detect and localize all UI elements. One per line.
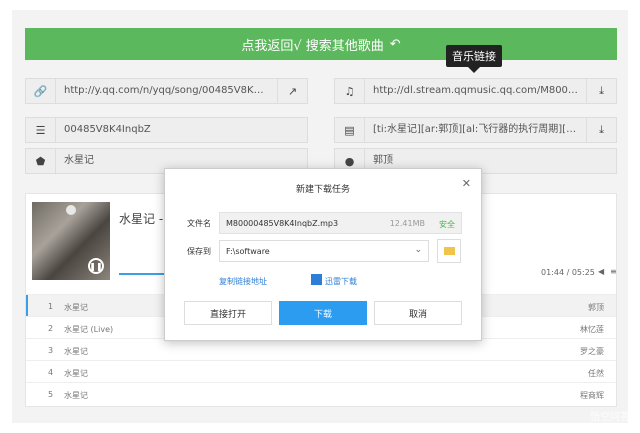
- lyrics-field: ▤ [ti:水星记][ar:郭顶][al:飞行器的执行周期][by:][off.…: [334, 117, 617, 143]
- music-note-icon: ♫: [335, 79, 365, 103]
- playlist-row[interactable]: 5 水星记 程商辉: [26, 382, 616, 404]
- folder-button[interactable]: [437, 239, 461, 263]
- row-artist: 林忆莲: [580, 325, 604, 334]
- watermark-text: 悟空问答: [590, 412, 630, 423]
- song-id-field: ☰ 00485V8K4InqbZ: [25, 117, 308, 143]
- folder-icon: [443, 247, 455, 255]
- close-icon[interactable]: ✕: [462, 177, 471, 190]
- chevron-down-icon: ⌄: [414, 245, 422, 255]
- song-url-field: 🔗 http://y.qq.com/n/yqq/song/00485V8K4In…: [25, 78, 308, 104]
- play-time: 01:44 / 05:25: [541, 268, 595, 277]
- album-cover: ❚❚: [32, 202, 110, 280]
- tag-icon: ⬟: [26, 149, 56, 173]
- download-dialog: 新建下载任务 ✕ 文件名 M80000485V8K4InqbZ.mp3 12.4…: [164, 168, 482, 341]
- row-artist: 任然: [588, 369, 604, 378]
- row-song-name: 水星记: [64, 391, 88, 400]
- download-lyrics-button[interactable]: ⤓: [586, 118, 616, 142]
- row-number: 4: [48, 368, 54, 377]
- xunlei-download-button[interactable]: 迅雷下载: [325, 276, 357, 287]
- music-url-field: ♫ http://dl.stream.qqmusic.qq.com/M80000…: [334, 78, 617, 104]
- song-url-value[interactable]: http://y.qq.com/n/yqq/song/00485V8K4Inqb…: [56, 79, 277, 103]
- row-number: 2: [48, 324, 54, 333]
- download-music-button[interactable]: ⤓: [586, 79, 616, 103]
- filename-input[interactable]: M80000485V8K4InqbZ.mp3 12.41MB 安全: [219, 212, 462, 234]
- dialog-title: 新建下载任务: [295, 185, 350, 195]
- row-artist: 郭顶: [588, 303, 604, 312]
- undo-icon: ↶: [389, 36, 401, 52]
- saveto-value: F:\software: [226, 247, 270, 256]
- filename-label: 文件名: [187, 219, 211, 228]
- copy-link-button[interactable]: 复制链接地址: [219, 276, 267, 287]
- pause-icon[interactable]: ❚❚: [88, 258, 104, 274]
- lyrics-value[interactable]: [ti:水星记][ar:郭顶][al:飞行器的执行周期][by:][off...: [365, 118, 586, 142]
- open-directly-button[interactable]: 直接打开: [184, 301, 272, 325]
- row-song-name: 水星记: [64, 303, 88, 312]
- saveto-select[interactable]: F:\software ⌄: [219, 240, 429, 262]
- volume-icon[interactable]: ◀: [598, 267, 604, 276]
- song-id-value[interactable]: 00485V8K4InqbZ: [56, 118, 307, 142]
- file-icon: ▤: [335, 118, 365, 142]
- playlist-icon[interactable]: ≡: [610, 267, 617, 276]
- link-icon: 🔗: [26, 79, 56, 103]
- download-button[interactable]: 下载: [279, 301, 367, 325]
- playlist-row[interactable]: 4 水星记 任然: [26, 360, 616, 382]
- cover-moon-shape: [66, 205, 76, 215]
- row-artist: 程商辉: [580, 391, 604, 400]
- row-artist: 罗之豪: [580, 347, 604, 356]
- back-search-banner-button[interactable]: 点我返回√ 搜索其他歌曲 ↶: [25, 28, 617, 60]
- active-row-marker: [26, 295, 28, 317]
- filesize-text: 12.41MB: [389, 219, 425, 228]
- playlist-row[interactable]: 3 水星记 罗之豪: [26, 338, 616, 360]
- row-song-name: 水星记 (Live): [64, 325, 114, 334]
- saveto-label: 保存到: [187, 247, 211, 256]
- list-icon: ☰: [26, 118, 56, 142]
- xunlei-icon: [311, 274, 322, 285]
- safe-badge: 安全: [439, 220, 455, 229]
- music-link-tooltip: 音乐链接: [446, 45, 502, 73]
- row-song-name: 水星记: [64, 369, 88, 378]
- row-number: 3: [48, 346, 54, 355]
- external-link-button[interactable]: ↗: [277, 79, 307, 103]
- filename-value: M80000485V8K4InqbZ.mp3: [226, 219, 339, 228]
- cancel-button[interactable]: 取消: [374, 301, 462, 325]
- music-url-value[interactable]: http://dl.stream.qqmusic.qq.com/M8000048…: [365, 79, 586, 103]
- row-number: 5: [48, 390, 54, 399]
- banner-text: 点我返回√ 搜索其他歌曲: [241, 38, 384, 54]
- row-number: 1: [48, 302, 54, 311]
- row-song-name: 水星记: [64, 347, 88, 356]
